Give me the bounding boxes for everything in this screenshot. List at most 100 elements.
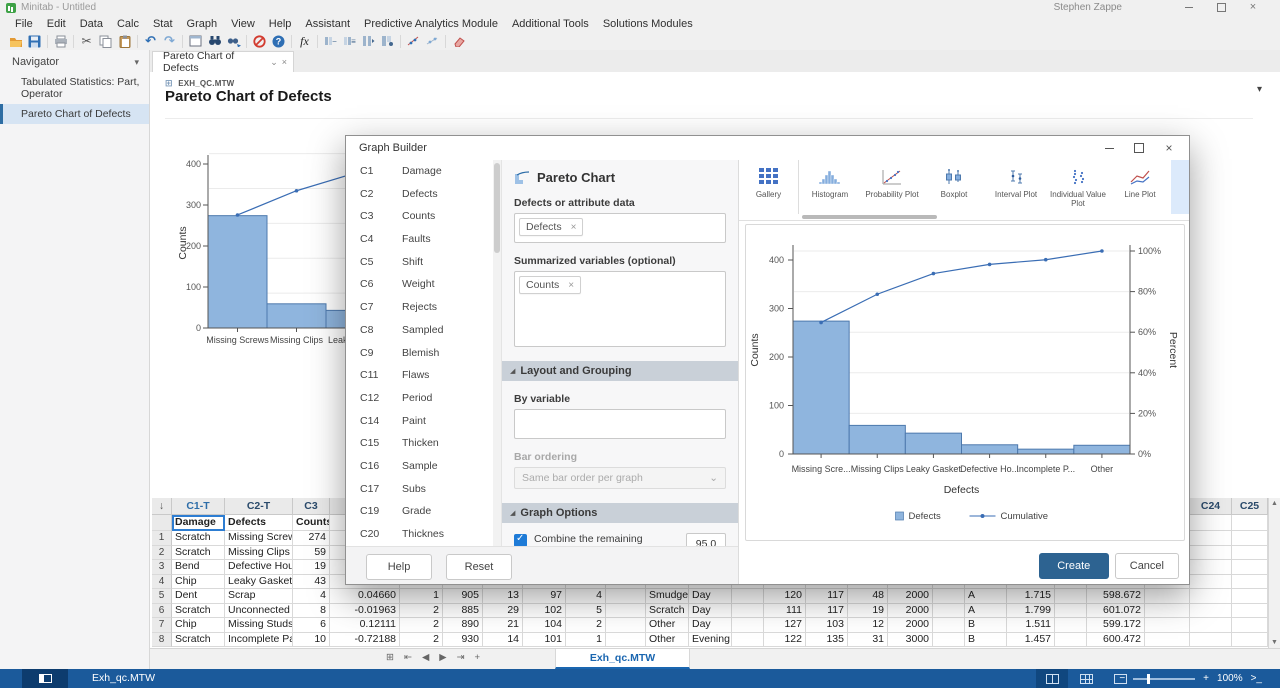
cell[interactable]: 2000 [888,618,933,633]
cell[interactable]: Chip [172,575,225,590]
data-view-icon[interactable] [1070,669,1102,688]
minimize-button[interactable] [1174,0,1204,14]
cell[interactable]: 2 [400,618,443,633]
menu-item-help[interactable]: Help [262,18,299,30]
cell[interactable]: 890 [443,618,483,633]
cell[interactable]: Unconnected Wir [225,604,293,619]
dialog-maximize-button[interactable] [1125,138,1153,158]
variable-name-defects[interactable]: Defects [225,515,293,531]
prev-worksheet-icon[interactable]: ◀ [422,652,429,663]
cell[interactable]: Scratch [646,604,689,619]
menu-item-calc[interactable]: Calc [110,18,146,30]
cell[interactable]: 1 [566,633,606,648]
cell[interactable]: 48 [848,589,888,604]
menu-item-data[interactable]: Data [73,18,110,30]
cell[interactable] [1055,604,1087,619]
worksheet-vertical-scrollbar[interactable]: ▲ ▼ [1268,498,1280,648]
cell[interactable] [933,633,965,648]
cell[interactable] [1055,633,1087,648]
menu-item-graph[interactable]: Graph [180,18,225,30]
cell[interactable] [1232,633,1268,648]
cell[interactable] [1232,575,1268,590]
last-worksheet-icon[interactable]: ⇥ [457,652,465,663]
cell[interactable] [1232,546,1268,561]
cell[interactable]: 127 [764,618,806,633]
column-list-item-c12[interactable]: C12Period [346,387,493,410]
cell[interactable]: 2 [400,633,443,648]
cell[interactable]: 14 [483,633,523,648]
menu-item-predictive-analytics-module[interactable]: Predictive Analytics Module [357,18,505,30]
navigator-item-tabulated-statistics-part-oper[interactable]: Tabulated Statistics: Part, Operator [0,72,149,104]
cell[interactable] [732,633,764,648]
gallery-item-pareto[interactable]: Pareto [1171,160,1190,214]
find-icon[interactable] [205,33,224,49]
cell[interactable]: B [965,618,1007,633]
column-list-scrollbar[interactable] [493,160,501,546]
restore-button[interactable] [1206,0,1236,14]
scroll-down-icon[interactable]: ▼ [1271,637,1278,648]
scroll-up-icon[interactable]: ▲ [1271,498,1278,509]
cell[interactable]: Day [689,589,732,604]
cell[interactable]: 1.799 [1007,604,1055,619]
cell[interactable]: 5 [566,604,606,619]
variable-name-counts[interactable]: Counts [293,515,330,531]
cell[interactable]: 97 [523,589,566,604]
cell[interactable]: 4 [566,589,606,604]
cell[interactable]: 2 [400,604,443,619]
gallery-scrollbar[interactable] [802,215,937,219]
cell[interactable]: Scratch [172,604,225,619]
worksheet-list-icon[interactable]: ⊞ [386,652,394,663]
menu-item-solutions-modules[interactable]: Solutions Modules [596,18,700,30]
cell[interactable] [1055,589,1087,604]
column-header-c1-t[interactable]: C1-T [172,498,225,515]
cell[interactable] [732,589,764,604]
next-worksheet-icon[interactable]: ▶ [439,652,446,663]
output-collapse-icon[interactable]: ▾ [1257,84,1262,95]
cell[interactable] [1190,546,1232,561]
cell[interactable] [1145,633,1190,648]
variable-name-damage[interactable]: Damage [172,515,225,531]
menu-item-stat[interactable]: Stat [146,18,180,30]
cell[interactable] [732,604,764,619]
column-list-item-c9[interactable]: C9Blemish [346,342,493,365]
cell[interactable]: 2000 [888,589,933,604]
reset-button[interactable]: Reset [446,554,512,580]
cell[interactable]: -0.72188 [330,633,400,648]
cell[interactable]: 905 [443,589,483,604]
navigator-dropdown-icon[interactable]: ▾ [134,57,139,68]
zoom-in-icon[interactable]: + [1203,673,1209,684]
column-list-item-c7[interactable]: C7Rejects [346,296,493,319]
cell[interactable]: 12 [848,618,888,633]
cell[interactable] [1145,604,1190,619]
cell[interactable]: 0.12111 [330,618,400,633]
column-list-item-c4[interactable]: C4Faults [346,228,493,251]
counts-chip[interactable]: Counts × [519,276,581,294]
cell[interactable]: Day [689,604,732,619]
brush-points-icon[interactable] [404,33,423,49]
cell[interactable] [1232,604,1268,619]
save-icon[interactable] [25,33,44,49]
command-line-icon[interactable]: >_ [1251,673,1262,684]
split-view-icon[interactable] [1036,669,1068,688]
gallery-item-histogram[interactable]: Histogram [799,160,861,214]
gallery-item-interval-plot[interactable]: Interval Plot [985,160,1047,214]
column-list-item-c5[interactable]: C5Shift [346,251,493,274]
column-list-item-c19[interactable]: C19Grade [346,500,493,523]
summarized-field[interactable]: Counts × [514,271,726,347]
cell[interactable]: Missing Screws [225,531,293,546]
menu-item-assistant[interactable]: Assistant [298,18,357,30]
cell[interactable]: 43 [293,575,330,590]
column-properties-icon[interactable] [378,33,397,49]
cell[interactable]: 1.715 [1007,589,1055,604]
variable-name-cell[interactable] [1232,515,1268,531]
cell[interactable]: Day [689,618,732,633]
cell[interactable]: 2000 [888,604,933,619]
select-points-icon[interactable] [423,33,442,49]
menu-item-view[interactable]: View [224,18,262,30]
column-list-item-c3[interactable]: C3Counts [346,205,493,228]
zoom-out-icon[interactable]: − [1119,673,1125,684]
cell[interactable] [606,589,646,604]
open-file-icon[interactable] [6,33,25,49]
cell[interactable]: 930 [443,633,483,648]
cell[interactable] [1232,589,1268,604]
